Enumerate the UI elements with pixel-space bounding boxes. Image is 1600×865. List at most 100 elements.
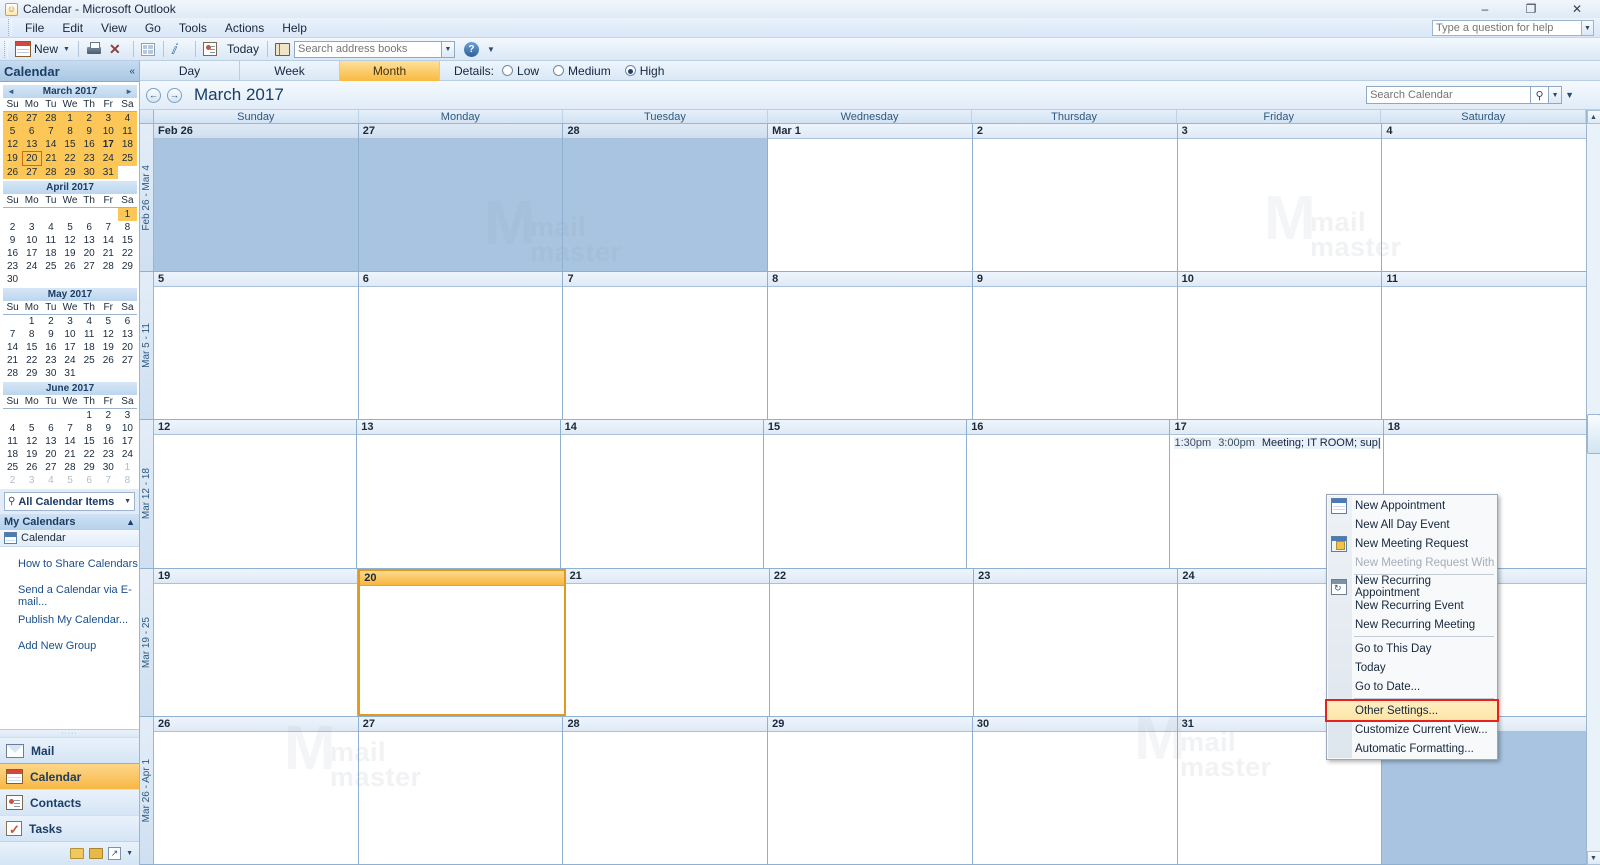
context-menu-item-new-meeting-request[interactable]: New Meeting Request: [1327, 534, 1497, 553]
link-publish-my-calendar[interactable]: Publish My Calendar...: [0, 611, 139, 629]
help-button[interactable]: ?: [461, 39, 482, 60]
mini-calendar-day[interactable]: 28: [60, 461, 79, 474]
mini-calendar-day[interactable]: 28: [99, 260, 118, 273]
mini-calendar-day[interactable]: 13: [80, 234, 99, 247]
scroll-track[interactable]: [1586, 124, 1600, 851]
mini-calendar-day[interactable]: 18: [117, 138, 137, 152]
help-dropdown-icon[interactable]: ▼: [1582, 20, 1594, 36]
mini-calendar-day[interactable]: 23: [79, 151, 99, 166]
mini-calendar-day[interactable]: 6: [22, 125, 42, 138]
mini-calendar-day[interactable]: 10: [118, 422, 137, 435]
maximize-button[interactable]: ❐: [1508, 0, 1554, 18]
day-body[interactable]: [1178, 139, 1382, 271]
sidebar-item-mail[interactable]: Mail: [0, 737, 139, 763]
day-body[interactable]: [768, 287, 972, 419]
mini-calendar-day[interactable]: 14: [60, 435, 79, 448]
search-input[interactable]: [1366, 86, 1532, 104]
mini-calendar-day[interactable]: 4: [80, 315, 99, 329]
mini-calendar-day[interactable]: 2: [3, 474, 22, 487]
mini-calendar-day[interactable]: 1: [117, 207, 137, 221]
day-body[interactable]: [357, 435, 559, 567]
toolbar-overflow-icon[interactable]: ▼: [487, 45, 495, 54]
mini-calendar-day[interactable]: 24: [98, 151, 118, 166]
mini-calendar-day[interactable]: 29: [118, 260, 137, 273]
mini-calendar-day[interactable]: 21: [41, 151, 61, 166]
day-cell[interactable]: 2: [972, 124, 1178, 272]
mini-calendar-next-icon[interactable]: ►: [125, 87, 133, 96]
mini-calendar-day[interactable]: 10: [98, 125, 118, 138]
week-range-label[interactable]: Mar 12 - 18: [140, 420, 154, 568]
mini-calendar-day[interactable]: 24: [60, 354, 79, 367]
mini-calendar-day[interactable]: 5: [3, 125, 23, 138]
mini-calendar-today[interactable]: 20: [21, 151, 42, 166]
tab-week[interactable]: Week: [240, 60, 340, 81]
mini-calendar-day[interactable]: 13: [22, 138, 42, 152]
delete-button[interactable]: ✕: [106, 39, 128, 60]
mini-calendar-day[interactable]: 10: [60, 328, 79, 341]
link-add-new-group[interactable]: Add New Group: [0, 637, 139, 655]
day-body[interactable]: [1382, 139, 1586, 271]
day-cell[interactable]: 22: [769, 568, 975, 716]
context-menu-item-new-appointment[interactable]: New Appointment: [1327, 496, 1497, 515]
day-cell[interactable]: 27: [358, 124, 564, 272]
mini-calendar-day[interactable]: 15: [80, 435, 99, 448]
mini-calendar-day[interactable]: 7: [60, 422, 79, 435]
mini-calendar-day[interactable]: 31: [60, 367, 79, 380]
mini-calendar-day[interactable]: 17: [60, 341, 79, 354]
mini-calendar-day[interactable]: 14: [41, 138, 61, 152]
day-cell-today[interactable]: 20: [358, 568, 566, 716]
mini-calendar-day[interactable]: 30: [79, 165, 99, 179]
filter-chevron-down-icon[interactable]: ▼: [124, 498, 131, 505]
mini-calendar-day[interactable]: 8: [80, 422, 99, 435]
day-body[interactable]: [154, 139, 358, 272]
day-cell[interactable]: 28: [563, 716, 769, 865]
mini-calendar-day[interactable]: 3: [22, 474, 41, 487]
scroll-thumb[interactable]: [1586, 414, 1600, 454]
mini-calendar-day[interactable]: 11: [117, 125, 137, 138]
mini-calendar-day[interactable]: 1: [80, 409, 99, 423]
menu-edit[interactable]: Edit: [53, 19, 92, 37]
context-menu-item-other-settings[interactable]: Other Settings...: [1325, 699, 1499, 722]
mini-calendar-day[interactable]: 25: [117, 151, 137, 166]
mini-calendar-day[interactable]: 27: [118, 354, 137, 367]
mini-calendar-day[interactable]: 7: [3, 328, 22, 341]
day-body[interactable]: [974, 584, 1177, 716]
mini-calendar-day[interactable]: 2: [79, 111, 99, 125]
mini-calendar-day[interactable]: 18: [3, 448, 22, 461]
week-range-label[interactable]: Mar 5 - 11: [140, 272, 154, 420]
mini-calendar-day[interactable]: 23: [3, 260, 22, 273]
day-cell[interactable]: 29: [768, 716, 973, 865]
radio-high[interactable]: [624, 65, 636, 76]
tab-day[interactable]: Day: [140, 60, 240, 81]
mini-calendar-day[interactable]: 4: [117, 111, 137, 125]
mini-calendar-day[interactable]: 31: [98, 165, 118, 179]
mini-calendar-day[interactable]: 1: [22, 315, 41, 329]
mini-calendar-day[interactable]: 16: [99, 435, 118, 448]
link-send-calendar-via-email[interactable]: Send a Calendar via E-mail...: [0, 581, 139, 611]
close-button[interactable]: ✕: [1554, 0, 1600, 18]
address-search-input[interactable]: [293, 40, 442, 58]
mini-calendar-day[interactable]: 7: [99, 221, 118, 234]
new-dropdown-icon[interactable]: ▼: [63, 46, 70, 53]
toolbar-grip[interactable]: [4, 40, 8, 58]
mini-calendar-day[interactable]: 20: [80, 247, 99, 260]
mini-calendar-day[interactable]: 11: [80, 328, 99, 341]
context-menu-item-new-recurring-meeting[interactable]: New Recurring Meeting: [1327, 615, 1497, 634]
mini-calendar-day[interactable]: 3: [60, 315, 79, 329]
menu-actions[interactable]: Actions: [216, 19, 273, 37]
mini-calendar-day[interactable]: 4: [41, 221, 60, 234]
mini-calendar-day[interactable]: 23: [41, 354, 60, 367]
mini-calendar-day[interactable]: 12: [60, 234, 79, 247]
mini-calendar-day[interactable]: 19: [60, 247, 79, 260]
search-icon[interactable]: ⚲: [1531, 86, 1550, 104]
mini-calendar-day[interactable]: 26: [3, 111, 23, 125]
day-cell[interactable]: 26: [154, 716, 359, 865]
day-body[interactable]: [973, 287, 1177, 419]
mini-calendar-day[interactable]: 11: [3, 435, 22, 448]
mini-calendar-day[interactable]: 15: [60, 138, 80, 152]
mini-calendar-day[interactable]: 26: [22, 461, 41, 474]
search-expand-chevron-icon[interactable]: ▼: [1565, 90, 1574, 100]
mini-calendar-day[interactable]: 6: [118, 315, 137, 329]
mini-calendar-day[interactable]: 9: [41, 328, 60, 341]
mini-calendar-day[interactable]: 23: [99, 448, 118, 461]
